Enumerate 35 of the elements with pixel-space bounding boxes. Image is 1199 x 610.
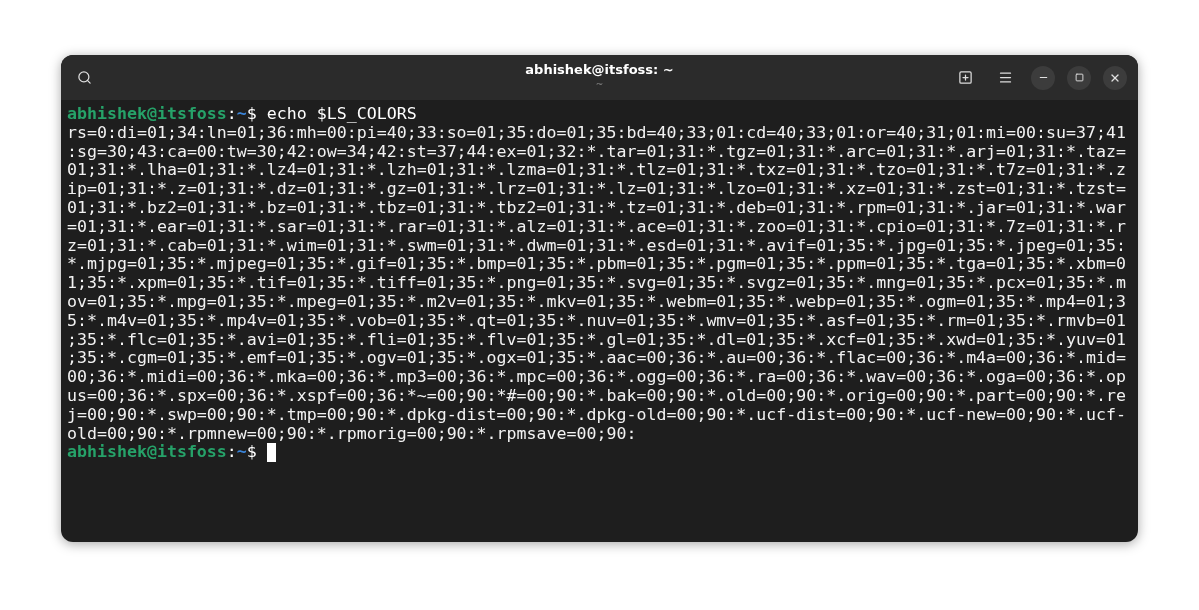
output-text: 01;31:*.bz2=01;31:*.bz=01;31:*.tbz=01;31:*.tbz2=01;31:*.tz=01;31:*.deb=01;31:*.rpm=01;31:*.jar=01;31:*.war: [67, 198, 1126, 217]
prompt-user-host: abhishek@itsfoss: [67, 105, 227, 124]
cursor: [266, 443, 276, 463]
prompt-user-host: abhishek@itsfoss: [67, 443, 227, 463]
prompt-symbol: $: [246, 443, 257, 463]
prompt-symbol: $: [246, 105, 257, 124]
output-text: ov=01;35:*.mpg=01;35:*.mpeg=01;35:*.m2v=01;35:*.mkv=01;35:*.webm=01;35:*.webp=01;35:*.ogm=01;35:*.mp4=01;3: [67, 291, 1126, 311]
output-text: ip=01;31:*.z=01;31:*.dz=01;31:*.gz=01;31:*.lrz=01;31:*.lz=01;31:*.lzo=01;31:*.xz=01;31:*.zst=01;31:*.tzst=: [67, 179, 1126, 199]
prompt-separator: :: [226, 443, 237, 463]
prompt-separator: :: [226, 105, 237, 124]
menu-icon: [997, 70, 1013, 85]
output-text: 00;36:*.midi=00;36:*.mka=00;36:*.mp3=00;36:*.mpc=00;36:*.ogg=00;36:*.ra=00;36:*.wav=00;36:*.oga=00;36:*.op: [67, 367, 1126, 387]
output-text: *.mjpg=01;35:*.mjpeg=01;35:*.gif=01;35:*.bmp=01;35:*.pbm=01;35:*.pgm=01;35:*.ppm=01;35:*.tga=01;35:*.xbm=0: [67, 254, 1126, 274]
new-tab-icon: [957, 70, 973, 85]
window-title: abhishek@itsfoss: ~: [525, 61, 674, 79]
output-text: 01;31:*.lha=01;31:*.lz4=01;31:*.lzh=01;31:*.lzma=01;31:*.tlz=01;31:*.txz=01;31:*.tzo=01;31:*.t7z=01;31:*.z: [67, 160, 1126, 180]
prompt-path: ~: [236, 443, 247, 463]
window-subtitle: ~: [595, 79, 604, 89]
output-text: rs=0:di=01;34:ln=01;36:mh=00:pi=40;33:so=01;35:do=01;35:bd=40;33;01:cd=40;33;01:or=40;31;01:mi=00:su=37;41: [67, 122, 1126, 142]
maximize-icon: [1074, 73, 1084, 82]
output-text: :sg=30;43:ca=00:tw=30;42:ow=34;42:st=37;44:ex=01;32:*.tar=01;31:*.tgz=01;31:*.arc=01;31:*.arj=01;31:*.taz=: [67, 141, 1126, 161]
command-text: echo $LS_COLORS: [266, 105, 417, 124]
output-text: =01;31:*.ear=01;31:*.sar=01;31:*.rar=01;31:*.alz=01;31:*.ace=01;31:*.zoo=01;31:*.cpio=01;31:*.7z=01;31:*.r: [67, 216, 1126, 236]
output-text: old=00;90:*.rpmnew=00;90:*.rpmorig=00;90:*.rpmsave=00;90:: [67, 423, 637, 443]
output-text: z=01;31:*.cab=01;31:*.wim=01;31:*.swm=01;31:*.dwm=01;31:*.esd=01;31:*.avif=01;35:*.jpg=01;35:*.jpeg=01;35:: [67, 235, 1126, 255]
output-text: us=00;36:*.spx=00;36:*.xspf=00;36:*~=00;90:*#=00;90:*.bak=00;90:*.old=00;90:*.orig=00;90:*.part=00;90:*.re: [67, 385, 1126, 405]
output-text: ;35:*.flc=01;35:*.avi=01;35:*.fli=01;35:*.flv=01;35:*.gl=01;35:*.dl=01;35:*.xcf=01;35:*.xwd=01;35:*.yuv=01: [67, 329, 1126, 349]
output-text: ;35:*.cgm=01;35:*.emf=01;35:*.ogv=01;35:*.ogx=01;35:*.aac=00;36:*.au=00;36:*.flac=00;36:*.m4a=00;36:*.mid=: [67, 348, 1126, 368]
maximize-button[interactable]: [1067, 65, 1091, 90]
prompt-path: ~: [236, 105, 247, 124]
output-text: 1;35:*.xpm=01;35:*.tif=01;35:*.tiff=01;35:*.png=01;35:*.svg=01;35:*.svgz=01;35:*.mng=01;35:*.pcx=01;35:*.m: [67, 273, 1126, 293]
output-text: j=00;90:*.swp=00;90:*.tmp=00;90:*.dpkg-dist=00;90:*.dpkg-old=00;90:*.ucf-dist=00;90:*.ucf-new=00;90:*.ucf-: [67, 404, 1126, 424]
search-icon: [76, 70, 92, 85]
output-text: 5:*.m4v=01;35:*.mp4v=01;35:*.vob=01;35:*.qt=01;35:*.nuv=01;35:*.wmv=01;35:*.asf=01;35:*.rm=01;35:*.rmvb=01: [67, 310, 1126, 330]
close-button[interactable]: [1103, 65, 1127, 90]
